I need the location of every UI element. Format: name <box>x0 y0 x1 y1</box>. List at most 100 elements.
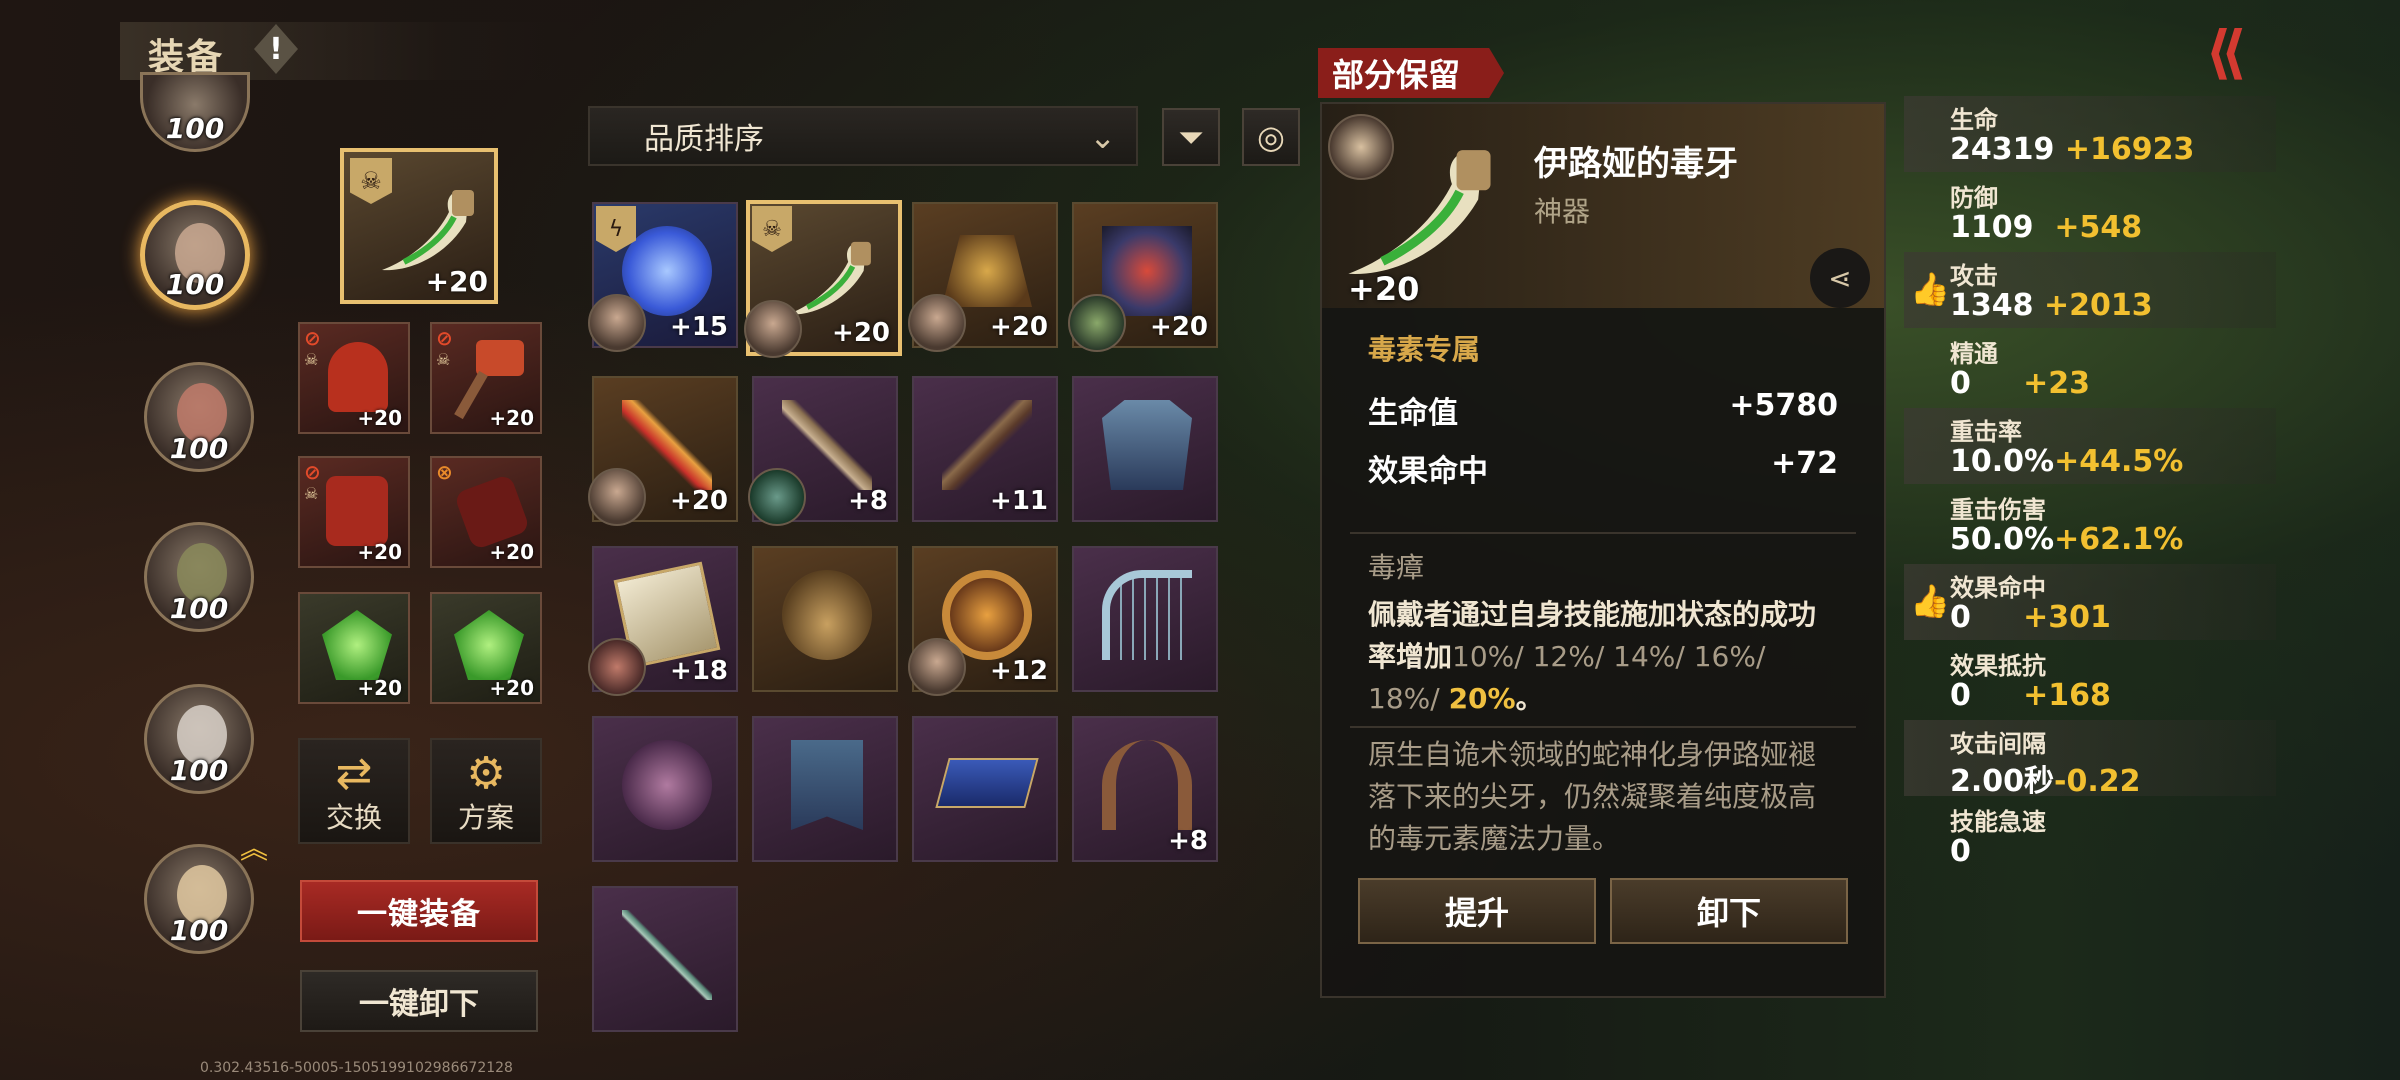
attribute-value: 0 +168 <box>1950 678 2111 713</box>
harp-icon <box>1102 570 1192 660</box>
thumbs-up-icon: 👍 <box>1910 270 1950 308</box>
inventory-item[interactable]: +8 <box>748 376 898 526</box>
gauntlet-icon <box>453 473 531 551</box>
rank-up-icon: ︽ <box>240 832 269 865</box>
armor-icon <box>326 476 388 546</box>
skill-text-end: 。 <box>1515 682 1544 715</box>
divider <box>1350 726 1856 728</box>
inventory-item[interactable] <box>912 716 1058 862</box>
attribute-bonus: +16923 <box>2064 132 2195 167</box>
attribute-value: 10.0%+44.5% <box>1950 444 2183 479</box>
inventory-item[interactable] <box>592 716 738 862</box>
attribute-base: 0 <box>1950 366 1971 401</box>
equipped-armor-slot[interactable]: ⊘ ☠ +20 <box>298 456 410 568</box>
inventory-item[interactable]: +18 <box>588 546 738 696</box>
equipped-gem-slot[interactable]: +20 <box>298 592 410 704</box>
hero-portrait[interactable]: 100 <box>144 684 254 794</box>
inventory-item[interactable]: +20 <box>1068 202 1218 352</box>
attribute-value: 24319 +16923 <box>1950 132 2194 167</box>
inventory-item[interactable] <box>752 546 898 692</box>
hero-portrait-selected[interactable]: 100 <box>140 200 250 310</box>
enhance-level: +20 <box>670 486 728 516</box>
skull-icon: ☠ <box>304 484 319 503</box>
skull-icon: ☠ <box>304 350 319 369</box>
enhance-level: +20 <box>425 265 488 298</box>
inventory-item[interactable] <box>752 716 898 862</box>
equipped-weapon-slot[interactable]: ⊘ ☠ +20 <box>430 322 542 434</box>
plan-label: 方案 <box>457 801 514 834</box>
skull-icon: ☠ <box>436 350 451 369</box>
equipped-gem-slot[interactable]: +20 <box>430 592 542 704</box>
inventory-item[interactable] <box>592 886 738 1032</box>
attribute-label: 精通 <box>1950 340 1998 368</box>
divider <box>1350 532 1856 534</box>
inventory-item[interactable]: +12 <box>908 546 1058 696</box>
inventory-item[interactable] <box>1072 546 1218 692</box>
partial-retain-tag[interactable]: 部分保留 <box>1318 48 1505 98</box>
attribute-row: 生命 24319 +16923 <box>1904 96 2276 172</box>
filter-button[interactable]: ⏷ <box>1162 108 1220 166</box>
attribute-panel: 生命 24319 +16923 防御 1109 +548 👍 攻击 1348 +… <box>1904 96 2276 896</box>
hero-portrait[interactable]: 100 <box>144 362 254 472</box>
cloak-icon <box>1102 400 1192 490</box>
inventory-item[interactable]: +8 <box>1072 716 1218 862</box>
attribute-row: 效果抵抗 0 +168 <box>1904 642 2276 718</box>
equipped-artifact-slot[interactable]: ☠ +20 <box>340 148 498 304</box>
enhance-level: +8 <box>848 486 888 516</box>
enhance-level: +20 <box>357 406 402 430</box>
gem-icon <box>322 610 392 680</box>
stat-row: 效果命中 +72 <box>1368 446 1838 490</box>
hero-portrait[interactable]: 100 <box>140 72 250 152</box>
inventory-item-selected[interactable]: ☠ +20 <box>744 200 902 358</box>
swap-label: 交换 <box>325 801 382 834</box>
attribute-label: 攻击 <box>1950 262 1998 290</box>
attribute-base: 0 <box>1950 600 1971 635</box>
sort-dropdown[interactable]: 品质排序 ⌄ <box>588 106 1138 166</box>
equipped-gloves-slot[interactable]: ⊗ +20 <box>430 456 542 568</box>
attribute-base: 50.0% <box>1950 522 2055 557</box>
stat-value: +5780 <box>1729 388 1838 423</box>
unequip-all-button[interactable]: 一键卸下 <box>300 970 538 1032</box>
enhance-level: +8 <box>1168 826 1208 856</box>
tome-icon <box>935 758 1039 808</box>
plan-button[interactable]: ⚙ 方案 <box>430 738 542 844</box>
hero-portrait[interactable]: 100 <box>144 844 254 954</box>
enhance-level: +20 <box>489 406 534 430</box>
swap-icon: ⇄ <box>335 748 373 799</box>
upgrade-button[interactable]: 提升 <box>1358 878 1596 944</box>
attribute-base: 1348 <box>1950 288 2034 323</box>
inventory-item[interactable]: +11 <box>912 376 1058 522</box>
attribute-base: 24319 <box>1950 132 2055 167</box>
coins-icon: ◎ <box>1257 118 1285 156</box>
equip-all-button[interactable]: 一键装备 <box>300 880 538 942</box>
hero-level: 100 <box>169 592 229 625</box>
inventory-item[interactable]: ϟ +15 <box>588 202 738 352</box>
unequip-button[interactable]: 卸下 <box>1610 878 1848 944</box>
attribute-base: 2.00秒 <box>1950 764 2055 799</box>
attribute-label: 生命 <box>1950 106 1998 134</box>
helmet-icon <box>328 342 388 412</box>
locked-cross-icon: ⊘ <box>304 326 321 350</box>
hammer-icon <box>476 340 524 376</box>
enhance-level: +20 <box>990 312 1048 342</box>
swap-button[interactable]: ⇄ 交换 <box>298 738 410 844</box>
item-lore: 原生自诡术领域的蛇神化身伊路娅褪落下来的尖牙，仍然凝聚着纯度极高的毒元素魔法力量… <box>1368 738 1817 855</box>
skill-current-level: 20% <box>1448 682 1516 715</box>
attribute-bonus: +301 <box>2023 600 2111 635</box>
inventory-item[interactable]: +20 <box>588 376 738 526</box>
attribute-row: 👍 效果命中 0 +301 <box>1904 564 2276 640</box>
disassemble-button[interactable]: ◎ <box>1242 108 1300 166</box>
enhance-level: +20 <box>489 676 534 700</box>
compass-icon <box>782 570 872 660</box>
inventory-item[interactable]: +20 <box>908 202 1058 352</box>
equipped-helmet-slot[interactable]: ⊘ ☠ +20 <box>298 322 410 434</box>
attribute-bonus: +168 <box>2023 678 2111 713</box>
hero-portrait[interactable]: 100 <box>144 522 254 632</box>
back-icon[interactable]: ⟪ <box>2190 16 2262 88</box>
inventory-item[interactable] <box>1072 376 1218 522</box>
hero-level: 100 <box>165 268 225 301</box>
sort-label: 品质排序 <box>644 122 764 157</box>
item-type: 神器 <box>1534 195 1591 228</box>
owner-avatar <box>588 638 646 696</box>
share-button[interactable]: ⋖ <box>1810 248 1870 308</box>
